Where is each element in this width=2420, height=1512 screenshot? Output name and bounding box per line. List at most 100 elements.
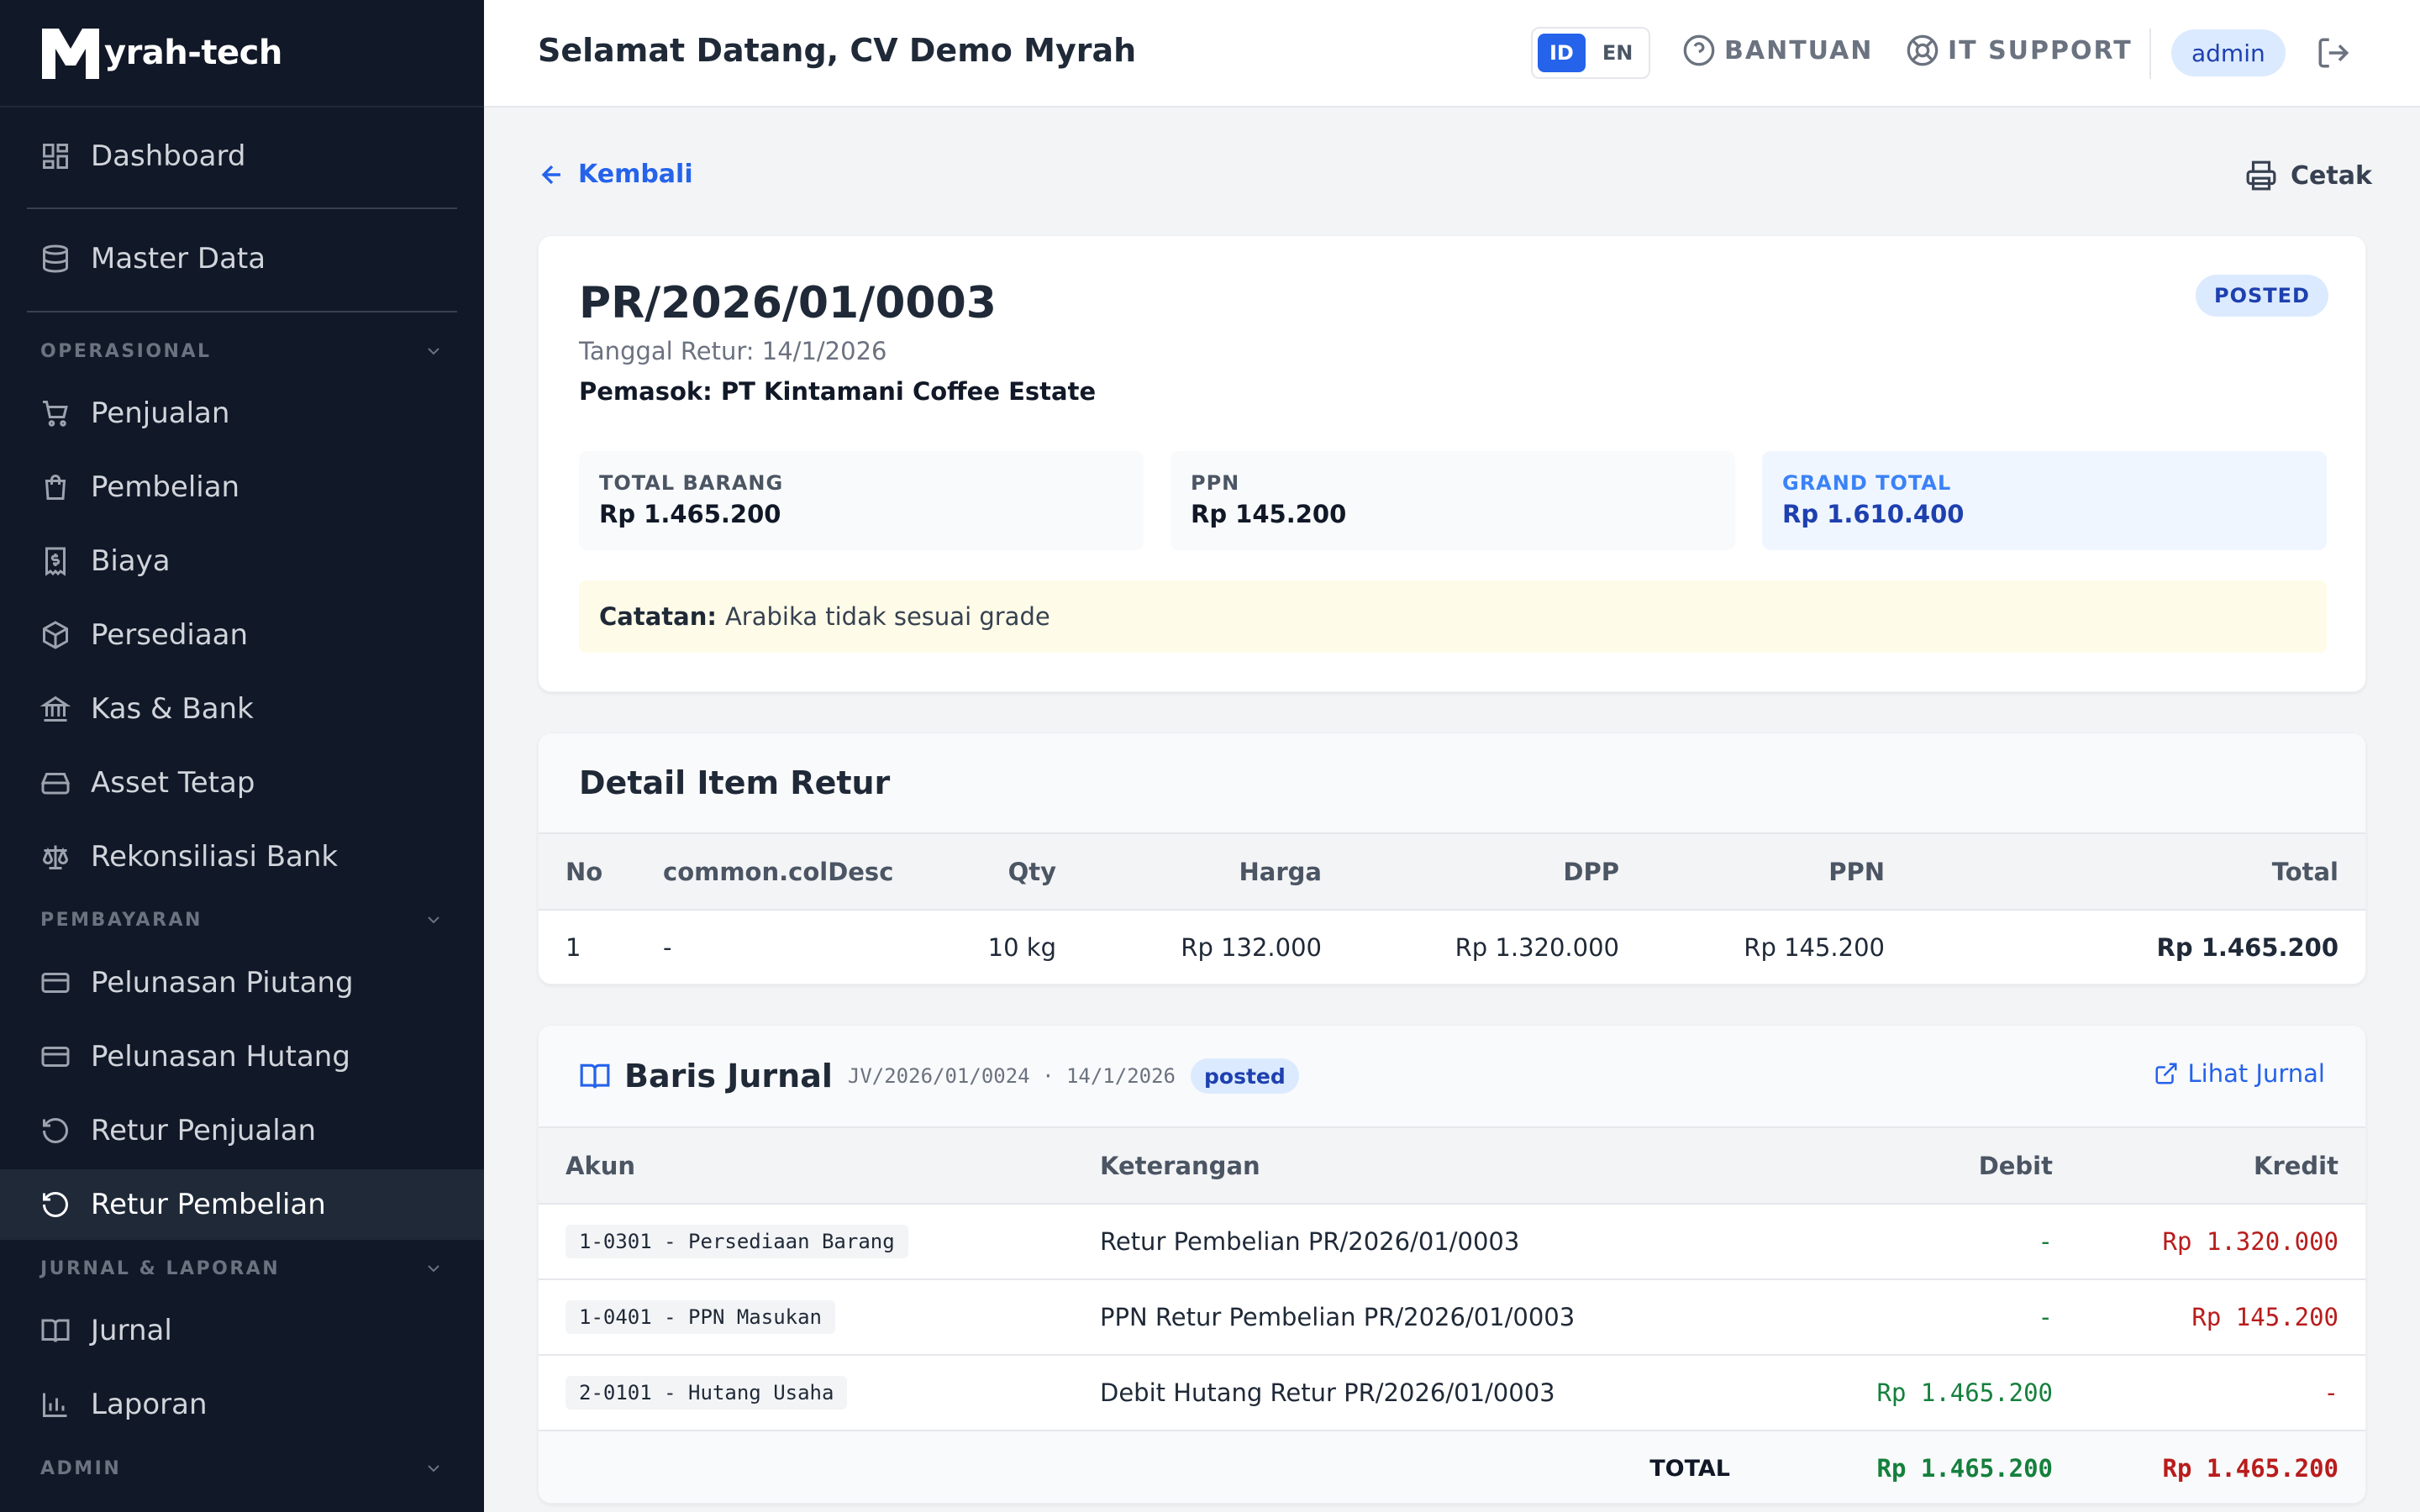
logout-icon[interactable] (2316, 35, 2351, 71)
grand-total-box: GRAND TOTAL Rp 1.610.400 (1762, 451, 2327, 550)
sidebar-item-pelunasan-hutang[interactable]: Pelunasan Hutang (0, 1021, 484, 1092)
sidebar-item-kas-bank[interactable]: Kas & Bank (0, 674, 484, 744)
grand-total-value: Rp 1.610.400 (1782, 500, 1965, 528)
item-table: No common.colDesc Qty Harga DPP PPN Tota… (539, 834, 2365, 984)
sidebar-item-label: Retur Pembelian (91, 1188, 326, 1221)
cell-keterangan: Retur Pembelian PR/2026/01/0003 (1100, 1204, 1755, 1280)
receipt-dollar-icon (45, 547, 66, 576)
col-debit: Debit (1755, 1128, 2053, 1205)
view-journal-link[interactable]: Lihat Jurnal (2154, 1059, 2325, 1088)
table-row[interactable]: 1-0301 - Persediaan Barang Retur Pembeli… (539, 1204, 2365, 1280)
sidebar-item-laporan[interactable]: Laporan (0, 1369, 484, 1440)
cell-debit: - (1755, 1204, 2053, 1280)
ppn-value: Rp 145.200 (1191, 500, 1347, 528)
col-total: Total (1885, 834, 2365, 911)
total-label: TOTAL (1100, 1431, 1755, 1503)
brand[interactable]: yrah-tech (0, 0, 484, 108)
table-row[interactable]: 1-0401 - PPN Masukan PPN Retur Pembelian… (539, 1279, 2365, 1356)
note-text: Arabika tidak sesuai grade (724, 602, 1050, 631)
table-header-row: No common.colDesc Qty Harga DPP PPN Tota… (539, 834, 2365, 911)
rotate-ccw-icon (43, 1117, 68, 1143)
sidebar-item-persediaan[interactable]: Persediaan (0, 600, 484, 670)
sidebar-item-label: Asset Tetap (91, 766, 255, 800)
sidebar-item-label: Pelunasan Piutang (91, 966, 354, 1000)
sidebar-item-label: Retur Penjualan (91, 1114, 317, 1147)
help-label: BANTUAN (1724, 35, 1874, 66)
sidebar-item-penjualan[interactable]: Penjualan (0, 378, 484, 449)
sidebar-item-retur-pembelian[interactable]: Retur Pembelian (0, 1169, 484, 1240)
sidebar-item-jurnal[interactable]: Jurnal (0, 1295, 484, 1366)
item-detail-card: Detail Item Retur No common.colDesc Qty … (538, 732, 2366, 984)
col-desc: common.colDesc (663, 834, 982, 911)
sidebar-section-pembayaran[interactable]: PEMBAYARAN (40, 903, 444, 937)
sidebar-item-pelunasan-piutang[interactable]: Pelunasan Piutang (0, 948, 484, 1018)
package-icon (43, 621, 68, 649)
sidebar-item-asset-tetap[interactable]: Asset Tetap (0, 748, 484, 818)
sidebar: yrah-tech Dashboard Master Data OPERASIO… (0, 0, 484, 1512)
shopping-bag-icon (45, 475, 66, 500)
col-akun: Akun (539, 1128, 1100, 1205)
chevron-down-icon (428, 1265, 439, 1273)
book-open-icon (41, 1319, 70, 1342)
table-row[interactable]: 1 - 10 kg Rp 132.000 Rp 1.320.000 Rp 145… (539, 910, 2365, 984)
journal-title: Baris Jurnal (624, 1058, 833, 1095)
cell-kredit: Rp 1.320.000 (2053, 1204, 2365, 1280)
document-number: PR/2026/01/0003 (579, 278, 997, 328)
ppn-box: PPN Rp 145.200 (1171, 451, 1735, 550)
cell-desc: - (663, 910, 982, 984)
cell-debit: - (1755, 1279, 2053, 1356)
cell-dpp: Rp 1.320.000 (1322, 910, 1619, 984)
sidebar-divider (27, 311, 457, 312)
sidebar-item-label: Biaya (91, 544, 171, 578)
cell-ppn: Rp 145.200 (1619, 910, 1885, 984)
journal-meta: JV/2026/01/0024 · 14/1/2026 (847, 1064, 1176, 1088)
printer-icon (2246, 160, 2276, 191)
col-kredit: Kredit (2053, 1128, 2365, 1205)
sidebar-item-label: Rekonsiliasi Bank (91, 840, 339, 874)
user-badge[interactable]: admin (2171, 29, 2286, 76)
back-link[interactable]: Kembali (538, 160, 693, 189)
help-link[interactable]: BANTUAN (1682, 34, 1873, 67)
sidebar-section-operasional[interactable]: OPERASIONAL (40, 334, 444, 368)
lang-en-button[interactable]: EN (1591, 34, 1644, 72)
lang-id-button[interactable]: ID (1538, 34, 1586, 72)
cell-no: 1 (539, 910, 663, 984)
book-open-icon (580, 1063, 610, 1089)
sidebar-section-admin[interactable]: ADMIN (40, 1452, 444, 1485)
rotate-ccw-icon (43, 1191, 68, 1217)
sidebar-item-biaya[interactable]: Biaya (0, 526, 484, 596)
credit-card-icon (41, 973, 70, 993)
sidebar-section-jurnal-laporan[interactable]: JURNAL & LAPORAN (40, 1252, 444, 1285)
top-header: Selamat Datang, CV Demo Myrah ID EN BANT… (484, 0, 2420, 108)
section-label: JURNAL & LAPORAN (40, 1257, 281, 1279)
bar-chart-icon (43, 1393, 67, 1417)
note-box: Catatan: Arabika tidak sesuai grade (579, 580, 2327, 653)
print-button[interactable]: Cetak (2245, 160, 2372, 192)
chevron-down-icon (428, 916, 439, 924)
hard-drive-icon (40, 773, 71, 795)
cell-debit: Rp 1.465.200 (1755, 1355, 2053, 1431)
brand-name: yrah-tech (104, 34, 282, 72)
chevron-down-icon (428, 1465, 439, 1473)
sidebar-item-dashboard[interactable]: Dashboard (0, 121, 484, 192)
sidebar-item-label: Master Data (91, 242, 266, 276)
sidebar-item-retur-penjualan[interactable]: Retur Penjualan (0, 1095, 484, 1166)
table-row[interactable]: 2-0101 - Hutang Usaha Debit Hutang Retur… (539, 1355, 2365, 1431)
arrow-left-icon (541, 165, 560, 184)
print-label: Cetak (2291, 160, 2372, 191)
journal-table: Akun Keterangan Debit Kredit 1-0301 - Pe… (539, 1128, 2365, 1503)
scale-icon (42, 845, 69, 869)
it-support-link[interactable]: IT SUPPORT (1906, 34, 2133, 67)
help-circle-icon (1683, 34, 1715, 66)
cart-icon (43, 401, 68, 427)
cell-keterangan: PPN Retur Pembelian PR/2026/01/0003 (1100, 1279, 1755, 1356)
it-support-label: IT SUPPORT (1948, 35, 2133, 66)
sidebar-item-rekonsiliasi-bank[interactable]: Rekonsiliasi Bank (0, 822, 484, 892)
account-chip: 1-0401 - PPN Masukan (566, 1300, 835, 1334)
page-greeting: Selamat Datang, CV Demo Myrah (538, 32, 1137, 69)
section-label: PEMBAYARAN (40, 909, 203, 931)
sidebar-divider (27, 207, 457, 209)
sidebar-item-master-data[interactable]: Master Data (0, 223, 484, 294)
sidebar-item-pembelian[interactable]: Pembelian (0, 452, 484, 522)
dashboard-icon (43, 144, 68, 169)
